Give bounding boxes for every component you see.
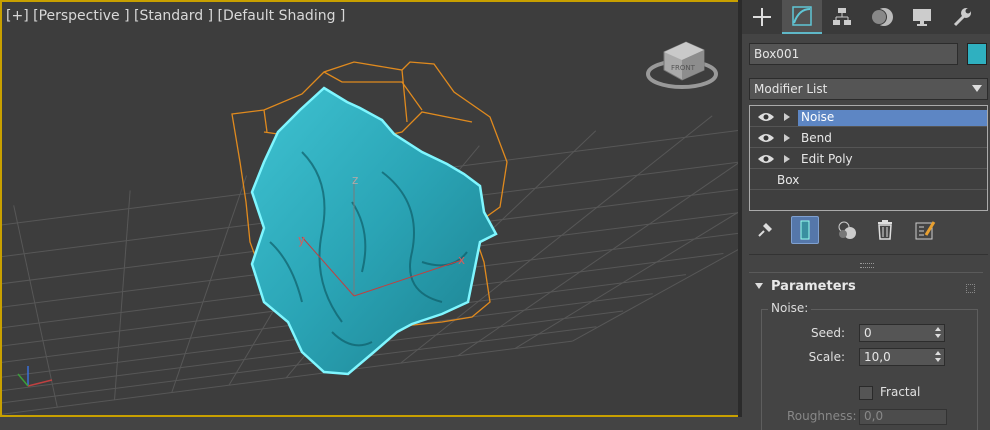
fractal-checkbox[interactable] — [859, 386, 873, 400]
show-end-result-button[interactable] — [791, 216, 819, 244]
chevron-down-icon — [972, 85, 982, 92]
motion-tab[interactable] — [862, 0, 902, 34]
stack-item-label: Box — [777, 173, 800, 187]
stack-item-edit-poly[interactable]: Edit Poly — [750, 149, 987, 169]
spinner-up-icon[interactable] — [935, 351, 941, 355]
scale-label: Scale: — [808, 350, 845, 364]
panel-divider — [749, 254, 988, 255]
gizmo-label-z: z — [352, 173, 358, 187]
eye-icon[interactable] — [757, 153, 775, 165]
rollout-grip-icon[interactable] — [966, 284, 975, 293]
seed-spinner[interactable]: 0 — [859, 324, 945, 342]
parameters-rollout-header[interactable]: Parameters — [749, 276, 983, 296]
command-panel: Box001 Modifier List Noise Bend Edit Pol… — [742, 0, 990, 430]
collapse-arrow-icon — [755, 283, 763, 289]
perspective-viewport[interactable]: z x y FRONT [+] [Perspective ] [Standard… — [0, 0, 738, 417]
modify-curve-icon — [792, 6, 812, 26]
world-axis-tripod — [17, 366, 53, 387]
hierarchy-tab[interactable] — [822, 0, 862, 34]
stack-item-label: Edit Poly — [801, 152, 853, 166]
stack-item-noise[interactable]: Noise — [750, 107, 987, 127]
stack-item-label: Bend — [801, 131, 832, 145]
configure-sets-icon — [915, 221, 936, 240]
trash-icon — [878, 220, 892, 240]
stack-item-label: Noise — [798, 110, 987, 126]
viewcube[interactable]: FRONT — [646, 41, 718, 89]
hierarchy-icon — [833, 8, 851, 25]
roughness-label: Roughness: — [787, 409, 857, 423]
object-name-field[interactable]: Box001 — [749, 43, 958, 65]
configure-modifier-sets-button[interactable] — [911, 216, 939, 244]
utilities-tab[interactable] — [942, 0, 982, 34]
stack-item-box[interactable]: Box — [750, 170, 987, 190]
spinner-down-icon[interactable] — [935, 334, 941, 338]
viewport-scene[interactable]: z x y FRONT — [2, 2, 738, 417]
object-color-swatch[interactable] — [967, 43, 987, 65]
grid-line — [2, 340, 573, 415]
roughness-value: 0,0 — [864, 409, 884, 423]
plus-icon — [753, 8, 771, 26]
modifier-list-dropdown[interactable]: Modifier List — [749, 78, 988, 100]
fractal-label: Fractal — [880, 385, 921, 399]
resize-grip[interactable] — [860, 263, 874, 268]
stack-toolbar — [749, 216, 988, 246]
gizmo-label-y: y — [298, 233, 305, 247]
modifier-stack: Noise Bend Edit Poly Box — [749, 105, 988, 211]
pin-stack-icon — [758, 223, 772, 237]
noise-group-label: Noise: — [768, 301, 812, 315]
wrench-icon — [953, 8, 971, 27]
show-end-result-icon — [800, 220, 810, 240]
spinner-down-icon[interactable] — [935, 358, 941, 362]
expand-arrow-icon[interactable] — [784, 113, 790, 121]
noise-mesh-object — [250, 86, 498, 376]
create-tab[interactable] — [742, 0, 782, 34]
spinner-up-icon[interactable] — [935, 327, 941, 331]
parameters-rollout: Parameters Noise: Seed: 0 Scale: 10,0 Fr… — [749, 272, 983, 430]
viewport-label-menu[interactable]: [+] [Perspective ] [Standard ] [Default … — [6, 8, 345, 24]
modifier-list-label: Modifier List — [754, 82, 828, 96]
scale-value: 10,0 — [864, 350, 891, 364]
command-panel-tabs — [742, 0, 990, 34]
pin-stack-button[interactable] — [751, 216, 779, 244]
monitor-icon — [913, 9, 931, 26]
grid-line — [457, 162, 738, 357]
expand-arrow-icon[interactable] — [784, 134, 790, 142]
seed-label: Seed: — [810, 326, 845, 340]
motion-icon — [871, 8, 893, 26]
gizmo-label-x: x — [458, 253, 465, 267]
modify-tab[interactable] — [782, 0, 822, 34]
display-tab[interactable] — [902, 0, 942, 34]
remove-modifier-button[interactable] — [871, 216, 899, 244]
eye-icon[interactable] — [757, 132, 775, 144]
viewcube-label: FRONT — [671, 64, 696, 72]
stack-item-bend[interactable]: Bend — [750, 128, 987, 148]
expand-arrow-icon[interactable] — [784, 155, 790, 163]
grid-line — [114, 190, 131, 400]
eye-icon[interactable] — [757, 111, 775, 123]
make-unique-icon — [838, 221, 856, 239]
scale-spinner[interactable]: 10,0 — [859, 348, 945, 366]
seed-value: 0 — [864, 326, 872, 340]
rollout-title: Parameters — [771, 279, 856, 294]
make-unique-button[interactable] — [833, 216, 861, 244]
roughness-spinner[interactable]: 0,0 — [859, 409, 947, 425]
